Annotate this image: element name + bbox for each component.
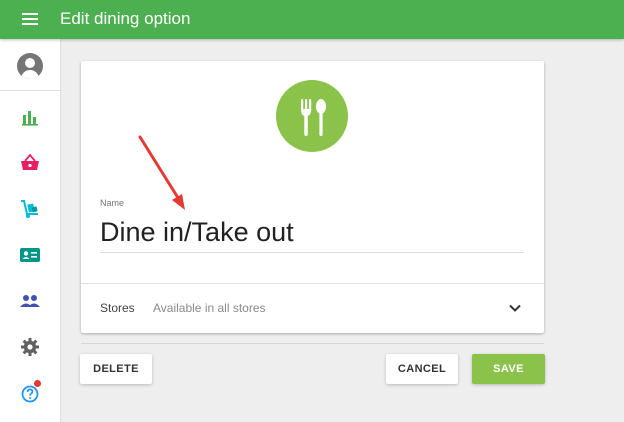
notification-dot bbox=[34, 380, 41, 387]
cancel-button[interactable]: CANCEL bbox=[386, 354, 458, 384]
name-input[interactable] bbox=[100, 212, 524, 253]
sidebar bbox=[0, 39, 61, 422]
stores-selector[interactable]: Stores Available in all stores bbox=[81, 284, 544, 333]
app-header: Edit dining option bbox=[0, 0, 624, 39]
sidebar-item-reports[interactable] bbox=[17, 104, 43, 130]
sidebar-item-inventory[interactable] bbox=[17, 196, 43, 222]
bar-chart-icon bbox=[22, 111, 38, 126]
delete-button[interactable]: DELETE bbox=[80, 354, 152, 384]
account-avatar-icon[interactable] bbox=[17, 53, 43, 79]
dining-option-card: Name Stores Available in all stores bbox=[81, 61, 544, 333]
hamburger-menu-icon[interactable] bbox=[22, 13, 38, 25]
people-icon bbox=[20, 295, 40, 307]
sidebar-item-settings[interactable] bbox=[17, 334, 43, 360]
actions-divider bbox=[81, 343, 544, 344]
sidebar-item-employees[interactable] bbox=[17, 288, 43, 314]
save-button[interactable]: SAVE bbox=[472, 354, 545, 384]
stores-value: Available in all stores bbox=[153, 301, 266, 315]
gear-icon bbox=[21, 338, 39, 356]
chevron-down-icon[interactable] bbox=[508, 303, 522, 313]
id-card-icon bbox=[20, 248, 40, 262]
basket-icon bbox=[21, 153, 39, 170]
page-title: Edit dining option bbox=[60, 9, 191, 28]
sidebar-item-help[interactable] bbox=[17, 380, 43, 406]
fork-spoon-icon bbox=[276, 80, 348, 152]
sidebar-item-items[interactable] bbox=[17, 150, 43, 176]
sidebar-item-customers[interactable] bbox=[17, 242, 43, 268]
name-field-label: Name bbox=[100, 198, 125, 208]
hand-truck-icon bbox=[21, 200, 38, 218]
stores-label: Stores bbox=[100, 301, 135, 315]
sidebar-divider bbox=[0, 90, 60, 91]
